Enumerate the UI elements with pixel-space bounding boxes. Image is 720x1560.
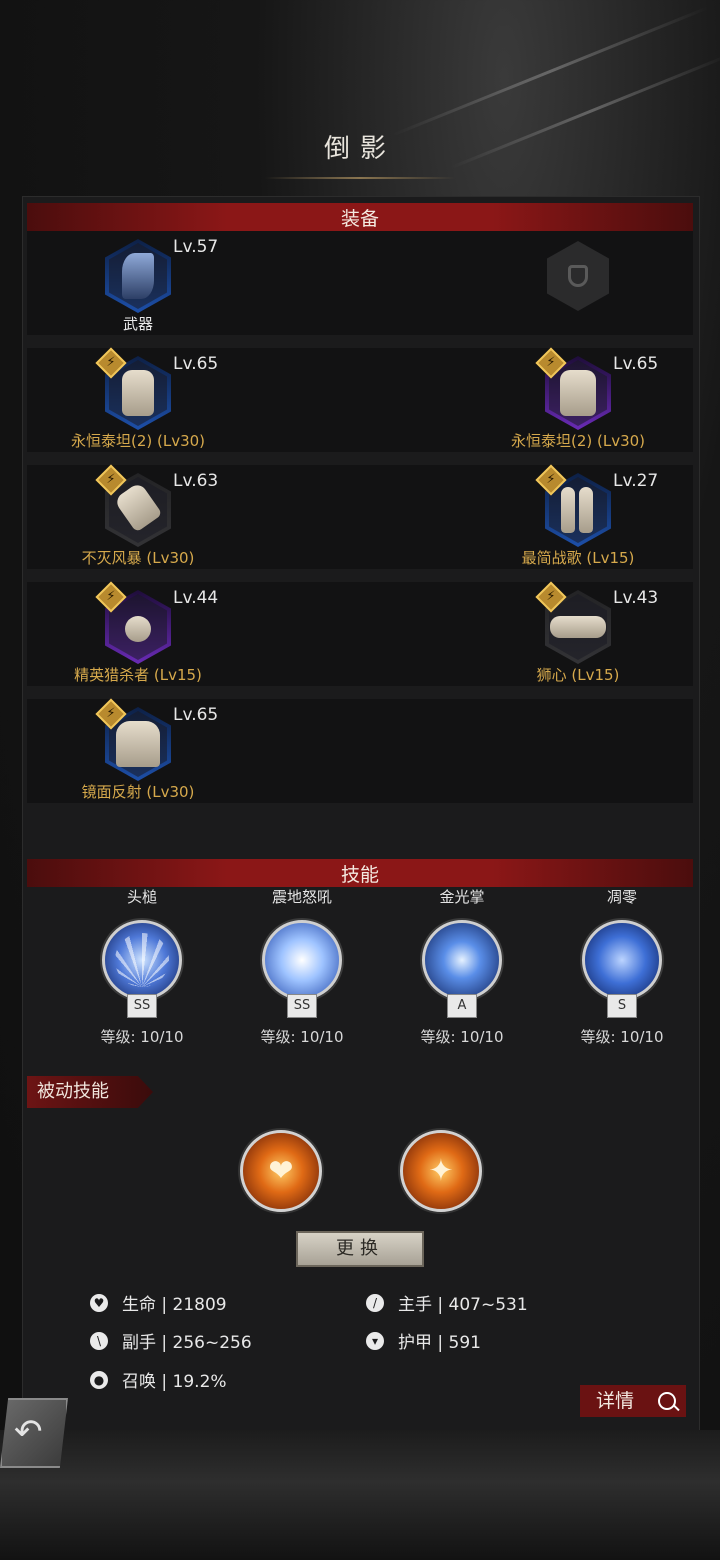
cloak-icon bbox=[116, 721, 160, 767]
equipment-row: Lv.57 武器 bbox=[27, 231, 693, 335]
item-level: Lv.57 bbox=[173, 237, 219, 257]
item-name: 精英猎杀者 (Lv15) bbox=[74, 666, 202, 684]
item-level: Lv.65 bbox=[173, 705, 219, 725]
item-level: Lv.65 bbox=[613, 354, 659, 374]
skill-slot[interactable]: 金光掌 A 等级: 10/10 bbox=[382, 886, 542, 1047]
skill-level: 等级: 10/10 bbox=[420, 1028, 504, 1046]
equipment-header-label: 装备 bbox=[340, 207, 379, 230]
trinket-slot[interactable]: ⚡ Lv.44 精英猎杀者 (Lv15) bbox=[27, 581, 227, 686]
ground-decoration bbox=[0, 1430, 720, 1560]
magnifier-icon bbox=[658, 1392, 676, 1410]
armor-icon: ▾ bbox=[366, 1331, 384, 1350]
chest-armor-icon bbox=[560, 370, 596, 416]
empty-offhand-slot[interactable] bbox=[547, 241, 609, 311]
skills-header: 技能 bbox=[27, 859, 693, 887]
stat-off-hand-value: 副手 | 256~256 bbox=[122, 1333, 252, 1353]
skill-slot[interactable]: 震地怒吼 SS 等级: 10/10 bbox=[222, 886, 382, 1047]
item-name: 永恒泰坦(2) (Lv30) bbox=[510, 432, 646, 450]
stat-summon: ● 召唤 | 19.2% bbox=[90, 1367, 227, 1392]
skill-level: 等级: 10/10 bbox=[580, 1028, 664, 1046]
trinket-icon bbox=[125, 616, 151, 642]
boots-icon bbox=[579, 487, 593, 533]
axe-icon bbox=[122, 253, 154, 299]
details-label: 详情 bbox=[596, 1390, 635, 1412]
equipment-header: 装备 bbox=[27, 203, 693, 231]
item-level: Lv.44 bbox=[173, 588, 219, 608]
gloves-slot[interactable]: ⚡ Lv.63 不灭风暴 (Lv30) bbox=[27, 464, 227, 569]
shield-slot-icon bbox=[568, 265, 588, 287]
chest-slot[interactable]: ⚡ Lv.65 永恒泰坦(2) (Lv30) bbox=[467, 347, 667, 452]
boots-icon bbox=[561, 487, 575, 533]
claw-strike-icon bbox=[102, 920, 182, 1000]
item-name: 武器 bbox=[122, 315, 153, 333]
item-level: Lv.43 bbox=[613, 588, 659, 608]
skill-name: 震地怒吼 bbox=[271, 888, 332, 906]
equipment-row: ⚡ Lv.65 镜面反射 (Lv30) bbox=[27, 698, 693, 803]
equipment-row: ⚡ Lv.63 不灭风暴 (Lv30) ⚡ Lv.27 最简战歌 (Lv15) bbox=[27, 464, 693, 569]
summon-icon: ● bbox=[90, 1370, 108, 1389]
rose-icon bbox=[582, 920, 662, 1000]
item-level: Lv.65 bbox=[173, 354, 219, 374]
boots-slot[interactable]: ⚡ Lv.27 最简战歌 (Lv15) bbox=[467, 464, 667, 569]
skill-level: 等级: 10/10 bbox=[260, 1028, 344, 1046]
cloak-slot[interactable]: ⚡ Lv.65 镜面反射 (Lv30) bbox=[27, 698, 227, 803]
passive-skill-slot[interactable]: ✦ bbox=[400, 1130, 482, 1212]
swap-button[interactable]: 更换 bbox=[296, 1231, 424, 1267]
belt-icon bbox=[550, 616, 606, 638]
item-name: 最简战歌 (Lv15) bbox=[521, 549, 635, 567]
lightning-palm-icon bbox=[422, 920, 502, 1000]
item-name: 狮心 (Lv15) bbox=[536, 666, 620, 684]
sword-icon: / bbox=[366, 1293, 384, 1312]
item-level: Lv.63 bbox=[173, 471, 219, 491]
passive-skill-slot[interactable]: ❤ bbox=[240, 1130, 322, 1212]
stat-off-hand: \ 副手 | 256~256 bbox=[90, 1328, 252, 1353]
page-title: 倒影 bbox=[323, 134, 396, 164]
helmet-icon bbox=[122, 370, 154, 416]
skill-grade: SS bbox=[287, 994, 317, 1018]
details-button[interactable]: 详情 bbox=[580, 1385, 686, 1417]
back-arrow-icon: ↶ bbox=[14, 1412, 43, 1452]
title-divider bbox=[265, 177, 455, 179]
skill-name: 金光掌 bbox=[439, 888, 485, 906]
back-button[interactable]: ↶ bbox=[0, 1398, 68, 1468]
stat-summon-value: 召唤 | 19.2% bbox=[122, 1372, 227, 1392]
stat-armor-value: 护甲 | 591 bbox=[398, 1333, 481, 1353]
roar-icon bbox=[262, 920, 342, 1000]
skill-name: 头槌 bbox=[126, 888, 157, 906]
heart-hands-icon: ❤ bbox=[268, 1153, 294, 1189]
item-name: 镜面反射 (Lv30) bbox=[81, 783, 195, 801]
skill-grade: S bbox=[607, 994, 637, 1018]
skill-grade: A bbox=[447, 994, 477, 1018]
belt-slot[interactable]: ⚡ Lv.43 狮心 (Lv15) bbox=[467, 581, 667, 686]
skill-slot[interactable]: 头槌 SS 等级: 10/10 bbox=[62, 886, 222, 1047]
item-name: 永恒泰坦(2) (Lv30) bbox=[70, 432, 206, 450]
skill-slot[interactable]: 凋零 S 等级: 10/10 bbox=[542, 886, 702, 1047]
skill-name: 凋零 bbox=[606, 888, 637, 906]
stat-hp: ♥ 生命 | 21809 bbox=[90, 1290, 227, 1315]
skill-grade: SS bbox=[127, 994, 157, 1018]
equipment-row: ⚡ Lv.65 永恒泰坦(2) (Lv30) ⚡ Lv.65 永恒泰坦(2) (… bbox=[27, 347, 693, 452]
helmet-slot[interactable]: ⚡ Lv.65 永恒泰坦(2) (Lv30) bbox=[27, 347, 227, 452]
equipment-row: ⚡ Lv.44 精英猎杀者 (Lv15) ⚡ Lv.43 狮心 (Lv15) bbox=[27, 581, 693, 686]
page-title-area: 倒影 bbox=[0, 128, 720, 179]
stat-hp-value: 生命 | 21809 bbox=[122, 1295, 227, 1315]
stat-armor: ▾ 护甲 | 591 bbox=[366, 1328, 481, 1353]
item-level: Lv.27 bbox=[613, 471, 659, 491]
stat-main-hand-value: 主手 | 407~531 bbox=[398, 1295, 528, 1315]
skill-level: 等级: 10/10 bbox=[100, 1028, 184, 1046]
skills-header-label: 技能 bbox=[340, 863, 379, 886]
stat-main-hand: / 主手 | 407~531 bbox=[366, 1290, 528, 1315]
weapon-slot[interactable]: Lv.57 武器 bbox=[27, 231, 227, 335]
heart-icon: ♥ bbox=[90, 1293, 108, 1312]
spider-sword-icon: ✦ bbox=[428, 1153, 454, 1189]
item-name: 不灭风暴 (Lv30) bbox=[81, 549, 195, 567]
dagger-icon: \ bbox=[90, 1331, 108, 1350]
passive-skills-label: 被动技能 bbox=[27, 1076, 153, 1108]
